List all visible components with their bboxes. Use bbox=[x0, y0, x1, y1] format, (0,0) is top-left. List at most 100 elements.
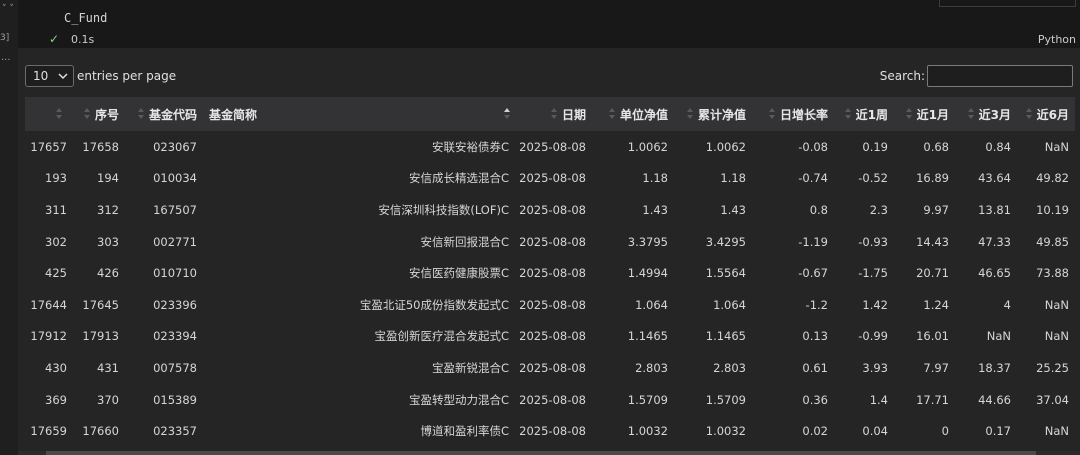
page-length-select[interactable]: 10 bbox=[25, 65, 74, 87]
table-cell: 167507 bbox=[153, 202, 197, 217]
table-cell: 0.8 bbox=[809, 202, 828, 217]
search-input[interactable] bbox=[927, 65, 1073, 87]
page-length-value: 10 bbox=[33, 69, 49, 83]
cell-toolbar bbox=[939, 0, 1076, 7]
table-cell: 博道和盈利率债C bbox=[420, 424, 509, 439]
table-cell: 1.5709 bbox=[627, 392, 668, 407]
column-header-label: 近1周 bbox=[855, 107, 888, 122]
sort-arrows-icon bbox=[56, 108, 63, 120]
table-cell: 17657 bbox=[30, 139, 67, 154]
column-header[interactable]: 近1周 bbox=[834, 97, 894, 131]
column-header-label: 单位净值 bbox=[619, 107, 668, 122]
table-cell: 1.24 bbox=[923, 297, 949, 312]
column-header[interactable]: 累计净值 bbox=[674, 97, 752, 131]
table-cell: 0.13 bbox=[802, 329, 828, 344]
cell-code[interactable]: C_Fund bbox=[64, 11, 107, 25]
sort-arrows-icon bbox=[550, 108, 558, 120]
table-cell: 43.64 bbox=[978, 171, 1011, 186]
table-cell: 安信新回报混合C bbox=[420, 234, 509, 249]
sort-arrows-icon bbox=[967, 108, 975, 120]
table-row: 369 370 015389 宝盈转型动力混合C 2025-08-08 1.5709 1.5… bbox=[25, 384, 1075, 416]
execution-time: 0.1s bbox=[71, 33, 95, 46]
table-cell: 2.803 bbox=[635, 360, 668, 375]
table-cell: 9.97 bbox=[923, 202, 949, 217]
table-cell: 3.3795 bbox=[627, 234, 668, 249]
more-icon[interactable]: ... bbox=[1, 52, 11, 63]
horizontal-scrollbar[interactable] bbox=[18, 451, 1080, 455]
table-cell: 16.01 bbox=[916, 329, 949, 344]
table-cell: 1.0032 bbox=[627, 424, 668, 439]
cell-output: 10 entries per page Search: 序号 基金代码 基金简称 日期… bbox=[18, 48, 1080, 455]
table-cell: -0.08 bbox=[798, 139, 828, 154]
column-header[interactable]: 近3月 bbox=[955, 97, 1017, 131]
column-header[interactable]: 日期 bbox=[515, 97, 592, 131]
table-cell: 13.81 bbox=[978, 202, 1011, 217]
collapse-chevron-icon[interactable]: ˅ ˅ bbox=[2, 4, 14, 14]
editor-gutter: ˅ ˅ 3] ... bbox=[0, 0, 18, 455]
table-cell: 1.4 bbox=[869, 392, 888, 407]
table-cell: -0.52 bbox=[858, 171, 888, 186]
scrollbar-thumb[interactable] bbox=[46, 451, 1036, 455]
table-cell: 015389 bbox=[153, 392, 197, 407]
column-header-label: 基金代码 bbox=[148, 107, 197, 122]
table-cell: 安信成长精选混合C bbox=[408, 171, 509, 186]
success-check-icon: ✓ bbox=[49, 32, 60, 46]
table-cell: 14.43 bbox=[916, 234, 949, 249]
column-header-label: 日期 bbox=[561, 107, 586, 122]
code-cell[interactable]: C_Fund ✓ 0.1s Python bbox=[18, 0, 1080, 48]
table-cell: 303 bbox=[97, 234, 119, 249]
table-cell: 1.0032 bbox=[705, 424, 746, 439]
table-cell: 46.65 bbox=[978, 266, 1011, 281]
table-cell: 1.064 bbox=[635, 297, 668, 312]
table-cell: 4 bbox=[1003, 297, 1011, 312]
table-row: 17912 17913 023394 宝盈创新医疗混合发起式C 2025-08-08 1.… bbox=[25, 321, 1075, 353]
table-cell: 73.88 bbox=[1036, 266, 1069, 281]
table-cell: 0.02 bbox=[802, 424, 828, 439]
column-header[interactable]: 单位净值 bbox=[592, 97, 674, 131]
table-row: 425 426 010710 安信医药健康股票C 2025-08-08 1.4994 1.5… bbox=[25, 257, 1075, 289]
column-header-label: 近1月 bbox=[916, 107, 949, 122]
table-cell: 023396 bbox=[153, 297, 197, 312]
table-cell: 1.18 bbox=[720, 171, 746, 186]
column-header[interactable]: 基金代码 bbox=[125, 97, 203, 131]
cell-language[interactable]: Python bbox=[1038, 33, 1076, 46]
table-cell: 2025-08-08 bbox=[519, 171, 586, 186]
page-length-label: entries per page bbox=[77, 69, 177, 83]
table-row: 193 194 010034 安信成长精选混合C 2025-08-08 1.18 1.18 -… bbox=[25, 163, 1075, 195]
sort-arrows-icon bbox=[844, 108, 852, 120]
table-cell: 宝盈北证50成份指数发起式C bbox=[359, 297, 509, 312]
sort-arrows-icon bbox=[905, 108, 913, 120]
column-header[interactable]: 序号 bbox=[73, 97, 125, 131]
sort-arrows-icon bbox=[608, 108, 616, 120]
table-cell: 2025-08-08 bbox=[519, 202, 586, 217]
table-cell: -0.67 bbox=[798, 266, 828, 281]
column-header[interactable]: 基金简称 bbox=[203, 97, 515, 131]
table-header: 序号 基金代码 基金简称 日期 单位净值 累计净值 日增长率 近1周 近1月 近3月 近6月 bbox=[25, 97, 1075, 131]
column-header-label: 序号 bbox=[94, 107, 119, 122]
table-cell: 1.42 bbox=[862, 297, 888, 312]
sort-arrows-icon bbox=[1025, 108, 1033, 120]
column-header[interactable]: 近1月 bbox=[894, 97, 955, 131]
table-cell: 10.19 bbox=[1036, 202, 1069, 217]
table-cell: 安信医药健康股票C bbox=[408, 266, 509, 281]
table-cell: NaN bbox=[986, 329, 1011, 344]
table-cell: 370 bbox=[97, 392, 119, 407]
table-cell: 宝盈转型动力混合C bbox=[408, 392, 509, 407]
column-header[interactable]: 近6月 bbox=[1017, 97, 1075, 131]
table-cell: 1.18 bbox=[642, 171, 668, 186]
page-length-control: 10 entries per page bbox=[25, 65, 176, 87]
table-cell: 0.84 bbox=[985, 139, 1011, 154]
sort-arrows-icon bbox=[137, 108, 145, 120]
table-cell: NaN bbox=[1044, 424, 1069, 439]
table-cell: 0.17 bbox=[985, 424, 1011, 439]
table-cell: 3.4295 bbox=[705, 234, 746, 249]
column-header[interactable]: 日增长率 bbox=[752, 97, 834, 131]
table-cell: NaN bbox=[1044, 297, 1069, 312]
table-cell: 0.19 bbox=[862, 139, 888, 154]
table-cell: 17660 bbox=[82, 424, 119, 439]
column-header-index[interactable] bbox=[25, 97, 73, 131]
table-cell: 1.064 bbox=[713, 297, 746, 312]
table-cell: -1.2 bbox=[805, 297, 828, 312]
table-cell: 1.43 bbox=[642, 202, 668, 217]
table-cell: 2025-08-08 bbox=[519, 234, 586, 249]
